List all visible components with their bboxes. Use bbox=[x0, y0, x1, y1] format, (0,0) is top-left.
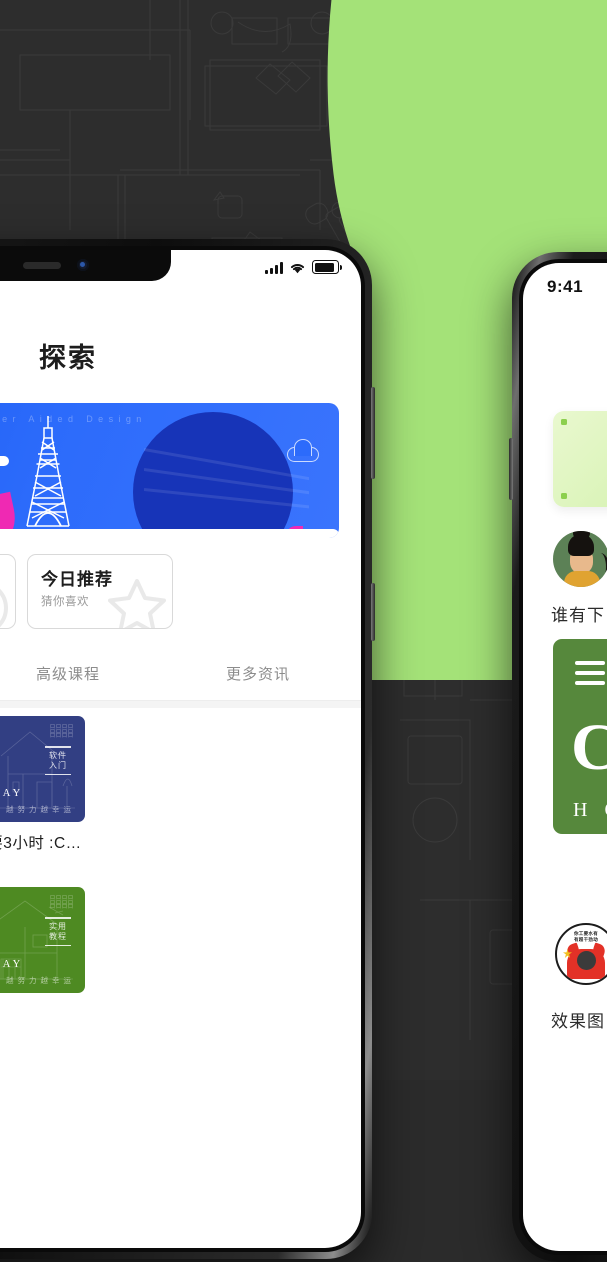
volume-button[interactable] bbox=[371, 583, 375, 641]
right-phone-device: 9:41 谁有下 C H O 你工 bbox=[509, 252, 607, 1262]
corner-dot-icon bbox=[561, 493, 567, 499]
front-camera-icon bbox=[77, 259, 89, 271]
promo-card[interactable] bbox=[553, 411, 607, 507]
badge-bottom: 入门 bbox=[49, 760, 67, 770]
signal-bars-icon bbox=[265, 262, 283, 274]
right-phone-screen: 9:41 谁有下 C H O 你工 bbox=[523, 263, 607, 1251]
thumbnail-footer: 越努力越幸运 bbox=[6, 976, 75, 985]
left-phone-bezel: 探索 ent Software Computer Aided Design AD… bbox=[0, 246, 365, 1252]
banner-rays bbox=[144, 424, 309, 534]
thumbnail-code-marks: 口口口口 口口口口 口口口口 bbox=[49, 724, 74, 739]
banner-ground bbox=[0, 529, 339, 538]
card-logo: C bbox=[571, 711, 607, 784]
category-tabs: 中级课程 高级课程 更多资讯 bbox=[0, 648, 361, 698]
thumbnail-tagline: HOW TO PLAY bbox=[0, 788, 24, 799]
clock-icon bbox=[0, 588, 8, 628]
course-title: CAD出图只要3小时 :CA... bbox=[0, 835, 85, 852]
post-caption: 效果图 bbox=[551, 1012, 605, 1031]
course-card[interactable]: C H O bbox=[553, 639, 607, 834]
star-icon bbox=[108, 579, 166, 628]
quick-card-title: 今日推荐 bbox=[41, 570, 113, 589]
left-phone-screen: 探索 ent Software Computer Aided Design AD… bbox=[0, 250, 361, 1248]
left-phone-device: 探索 ent Software Computer Aided Design AD… bbox=[0, 239, 375, 1259]
eiffel-tower-icon bbox=[26, 416, 70, 527]
menu-icon bbox=[575, 661, 605, 691]
tab-2[interactable]: 更多资讯 bbox=[226, 663, 290, 684]
battery-icon bbox=[312, 260, 342, 274]
post-title: 谁有下 bbox=[551, 606, 605, 625]
corner-dot-icon bbox=[561, 419, 567, 425]
thumbnail-code-marks: 口口口口 口口口口 口口口口 bbox=[49, 895, 74, 910]
mascot-avatar[interactable]: 你工要水有 有超千劲动 bbox=[555, 923, 607, 985]
cloud-icon-small bbox=[0, 456, 9, 466]
course-grid: LAY 口口口口口口口口口口口口 速成 课程 越努力越幸运 图【全集】 bbox=[0, 716, 173, 1002]
course-meta: 1.6万 人学习过 bbox=[0, 859, 85, 875]
thumbnail-footer: 越努力越幸运 bbox=[6, 805, 75, 814]
course-card-1[interactable]: CAD HOW TO PLAY 口口口口口口口口口口口口 软件 入门 越努力越幸… bbox=[0, 716, 85, 875]
card-tagline: H O bbox=[573, 799, 607, 821]
power-button[interactable] bbox=[371, 387, 375, 479]
section-gap bbox=[0, 701, 361, 708]
thumbnail-badge: 软件 入门 bbox=[45, 746, 71, 775]
course-thumbnail: CAD HOW TO PLAY 口口口口口口口口口口口口 软件 入门 越努力越幸… bbox=[0, 716, 85, 822]
page-title: 探索 bbox=[39, 343, 97, 373]
right-phone-bezel: 9:41 谁有下 C H O 你工 bbox=[519, 259, 607, 1255]
thumbnail-badge: 实用 教程 bbox=[45, 917, 71, 946]
wifi-icon bbox=[290, 263, 305, 274]
cloud-outline-icon bbox=[287, 439, 319, 462]
badge-bottom: 教程 bbox=[49, 931, 67, 941]
badge-top: 实用 bbox=[49, 921, 67, 931]
thumbnail-tagline: HOW TO PLAY bbox=[0, 959, 24, 970]
status-bar-time: 9:41 bbox=[547, 277, 584, 296]
hero-banner[interactable]: ent Software Computer Aided Design AD 的新… bbox=[0, 403, 339, 538]
avatar[interactable] bbox=[553, 531, 607, 587]
tab-1[interactable]: 高级课程 bbox=[36, 663, 100, 684]
quick-card-1[interactable]: 限时课程 不要错过 bbox=[0, 554, 16, 629]
quick-card-2[interactable]: 今日推荐 猜你喜欢 bbox=[27, 554, 173, 629]
notch bbox=[0, 250, 171, 281]
badge-top: 软件 bbox=[49, 750, 67, 760]
volume-button[interactable] bbox=[509, 438, 513, 500]
quick-card-row: 果 限时课程 不要错过 bbox=[0, 554, 173, 629]
quick-card-subtitle: 猜你喜欢 bbox=[41, 596, 89, 608]
earpiece-speaker-icon bbox=[23, 262, 61, 269]
course-thumbnail: CAD HOW TO PLAY 口口口口口口口口口口口口 实用 教程 越努力越幸… bbox=[0, 887, 85, 993]
course-card-3[interactable]: CAD HOW TO PLAY 口口口口口口口口口口口口 实用 教程 越努力越幸… bbox=[0, 887, 85, 1002]
